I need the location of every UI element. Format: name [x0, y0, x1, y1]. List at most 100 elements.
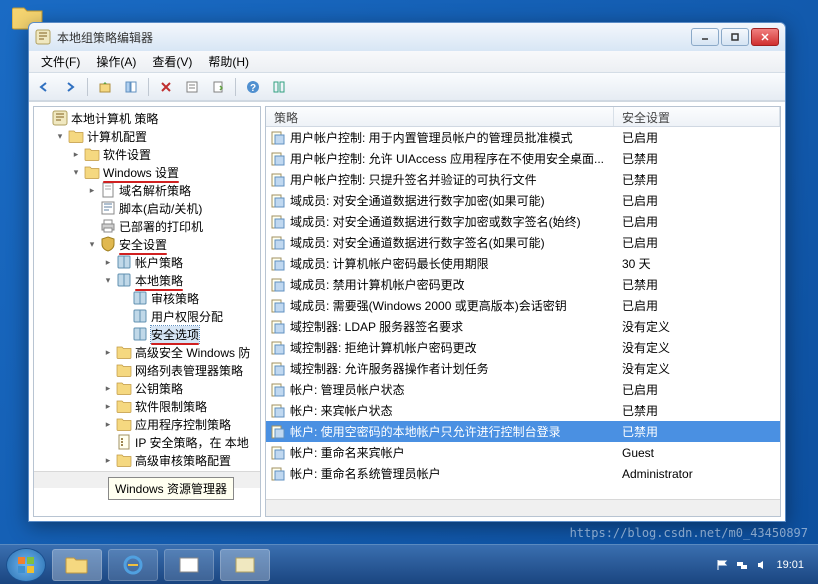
- tree-node[interactable]: ▾本地策略: [34, 271, 260, 289]
- policy-icon: [270, 256, 286, 272]
- taskbar-app1[interactable]: [164, 549, 214, 581]
- tree-node[interactable]: ▸软件设置: [34, 145, 260, 163]
- expand-icon[interactable]: [86, 220, 98, 232]
- expand-icon[interactable]: [102, 436, 114, 448]
- tree-node[interactable]: ▸应用程序控制策略: [34, 415, 260, 433]
- titlebar[interactable]: 本地组策略编辑器: [29, 23, 785, 51]
- list-row[interactable]: 帐户: 来宾帐户状态已禁用: [266, 400, 780, 421]
- cell-policy: 帐户: 来宾帐户状态: [266, 402, 618, 419]
- list-row[interactable]: 域成员: 禁用计算机帐户密码更改已禁用: [266, 274, 780, 295]
- list-row[interactable]: 用户帐户控制: 用于内置管理员帐户的管理员批准模式已启用: [266, 127, 780, 148]
- list-row[interactable]: 域成员: 需要强(Windows 2000 或更高版本)会话密钥已启用: [266, 295, 780, 316]
- tree-node[interactable]: ▸公钥策略: [34, 379, 260, 397]
- list-row[interactable]: 域控制器: 拒绝计算机帐户密码更改没有定义: [266, 337, 780, 358]
- back-button[interactable]: [33, 76, 55, 98]
- list-row[interactable]: 帐户: 重命名系统管理员帐户Administrator: [266, 463, 780, 484]
- menu-view[interactable]: 查看(V): [144, 51, 200, 72]
- expand-icon[interactable]: [118, 328, 130, 340]
- refresh-button[interactable]: [268, 76, 290, 98]
- expand-icon[interactable]: ▸: [70, 148, 82, 160]
- expand-icon[interactable]: ▸: [102, 418, 114, 430]
- tree-node[interactable]: 安全选项: [34, 325, 260, 343]
- tree-node[interactable]: ▸高级审核策略配置: [34, 451, 260, 469]
- tree-node[interactable]: 脚本(启动/关机): [34, 199, 260, 217]
- tree-node[interactable]: ▸域名解析策略: [34, 181, 260, 199]
- list-pane: 策略 安全设置 用户帐户控制: 用于内置管理员帐户的管理员批准模式已启用用户帐户…: [265, 106, 781, 517]
- properties-button[interactable]: [181, 76, 203, 98]
- policy-icon: [270, 445, 286, 461]
- list-row[interactable]: 用户帐户控制: 允许 UIAccess 应用程序在不使用安全桌面...已禁用: [266, 148, 780, 169]
- tree-icon: [116, 272, 132, 288]
- tree-node[interactable]: ▸高级安全 Windows 防: [34, 343, 260, 361]
- menu-action[interactable]: 操作(A): [88, 51, 144, 72]
- list-row[interactable]: 帐户: 管理员帐户状态已启用: [266, 379, 780, 400]
- tree-node[interactable]: ▸软件限制策略: [34, 397, 260, 415]
- column-setting[interactable]: 安全设置: [614, 107, 780, 126]
- list-row[interactable]: 域控制器: 允许服务器操作者计划任务没有定义: [266, 358, 780, 379]
- list-body[interactable]: 用户帐户控制: 用于内置管理员帐户的管理员批准模式已启用用户帐户控制: 允许 U…: [266, 127, 780, 499]
- expand-icon[interactable]: ▸: [102, 346, 114, 358]
- menu-help[interactable]: 帮助(H): [200, 51, 257, 72]
- tray-network-icon[interactable]: [736, 559, 748, 571]
- expand-icon[interactable]: [118, 310, 130, 322]
- start-button[interactable]: [6, 548, 46, 582]
- tree-node[interactable]: 审核策略: [34, 289, 260, 307]
- expand-icon[interactable]: ▸: [102, 382, 114, 394]
- expand-icon[interactable]: ▾: [102, 274, 114, 286]
- expand-icon[interactable]: ▾: [54, 130, 66, 142]
- tray-flag-icon[interactable]: [716, 559, 728, 571]
- expand-icon[interactable]: [38, 112, 50, 124]
- show-hide-button[interactable]: [120, 76, 142, 98]
- expand-icon[interactable]: [118, 292, 130, 304]
- list-row[interactable]: 域成员: 对安全通道数据进行数字签名(如果可能)已启用: [266, 232, 780, 253]
- expand-icon[interactable]: ▸: [86, 184, 98, 196]
- tree-node[interactable]: ▸帐户策略: [34, 253, 260, 271]
- policy-name: 帐户: 来宾帐户状态: [290, 402, 393, 419]
- minimize-button[interactable]: [691, 28, 719, 46]
- menu-file[interactable]: 文件(F): [33, 51, 88, 72]
- system-tray[interactable]: 19:01: [716, 559, 812, 571]
- list-row[interactable]: 域成员: 对安全通道数据进行数字加密或数字签名(始终)已启用: [266, 211, 780, 232]
- tree-node[interactable]: IP 安全策略，在 本地: [34, 433, 260, 451]
- tree-pane[interactable]: 本地计算机 策略▾计算机配置▸软件设置▾Windows 设置▸域名解析策略脚本(…: [33, 106, 261, 517]
- delete-button[interactable]: [155, 76, 177, 98]
- policy-name: 域成员: 对安全通道数据进行数字加密(如果可能): [290, 192, 545, 209]
- close-button[interactable]: [751, 28, 779, 46]
- expand-icon[interactable]: ▾: [70, 166, 82, 178]
- tree-node[interactable]: 用户权限分配: [34, 307, 260, 325]
- list-row[interactable]: 域控制器: LDAP 服务器签名要求没有定义: [266, 316, 780, 337]
- cell-setting: 已禁用: [618, 171, 780, 188]
- tree-node[interactable]: 已部署的打印机: [34, 217, 260, 235]
- policy-name: 域成员: 禁用计算机帐户密码更改: [290, 276, 465, 293]
- tree-icon: [116, 398, 132, 414]
- taskbar-ie[interactable]: [108, 549, 158, 581]
- tree-icon: [132, 308, 148, 324]
- tree-node[interactable]: ▾Windows 设置: [34, 163, 260, 181]
- up-button[interactable]: [94, 76, 116, 98]
- column-policy[interactable]: 策略: [266, 107, 614, 126]
- list-row[interactable]: 域成员: 计算机帐户密码最长使用期限30 天: [266, 253, 780, 274]
- help-button[interactable]: ?: [242, 76, 264, 98]
- tree-node[interactable]: ▾安全设置: [34, 235, 260, 253]
- expand-icon[interactable]: ▸: [102, 454, 114, 466]
- taskbar-gpedit[interactable]: [220, 549, 270, 581]
- list-row[interactable]: 帐户: 重命名来宾帐户Guest: [266, 442, 780, 463]
- list-row[interactable]: 帐户: 使用空密码的本地帐户只允许进行控制台登录已禁用: [266, 421, 780, 442]
- list-row[interactable]: 用户帐户控制: 只提升签名并验证的可执行文件已禁用: [266, 169, 780, 190]
- taskbar-explorer[interactable]: [52, 549, 102, 581]
- tray-time[interactable]: 19:01: [776, 559, 804, 571]
- list-row[interactable]: 域成员: 对安全通道数据进行数字加密(如果可能)已启用: [266, 190, 780, 211]
- tree-node[interactable]: 网络列表管理器策略: [34, 361, 260, 379]
- forward-button[interactable]: [59, 76, 81, 98]
- tree-node[interactable]: ▾计算机配置: [34, 127, 260, 145]
- expand-icon[interactable]: ▸: [102, 400, 114, 412]
- expand-icon[interactable]: ▸: [102, 256, 114, 268]
- tree-node[interactable]: 本地计算机 策略: [34, 109, 260, 127]
- tray-sound-icon[interactable]: [756, 559, 768, 571]
- expand-icon[interactable]: [102, 364, 114, 376]
- expand-icon[interactable]: [86, 202, 98, 214]
- list-scrollbar-h[interactable]: [266, 499, 780, 516]
- export-button[interactable]: [207, 76, 229, 98]
- maximize-button[interactable]: [721, 28, 749, 46]
- expand-icon[interactable]: ▾: [86, 238, 98, 250]
